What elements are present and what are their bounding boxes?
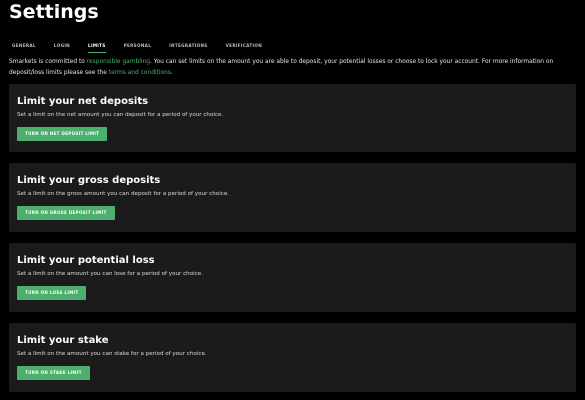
tab-verification[interactable]: VERIFICATION [226,40,262,52]
turn-on-net-deposit-limit-button[interactable]: TURN ON NET DEPOSIT LIMIT [17,127,108,141]
settings-page: Settings GENERAL LOGIN LIMITS PERSONAL I… [0,0,585,400]
stake-limit-card: Limit your stake Set a limit on the amou… [9,323,576,392]
net-deposit-limit-description: Set a limit on the net amount you can de… [17,112,224,118]
gross-deposit-limit-title: Limit your gross deposits [17,175,161,186]
turn-on-loss-limit-button[interactable]: TURN ON LOSS LIMIT [17,286,87,300]
page-title: Settings [9,1,99,23]
terms-and-conditions-link[interactable]: terms and conditions [109,70,171,76]
settings-tabs: GENERAL LOGIN LIMITS PERSONAL INTEGRATIO… [12,40,280,54]
turn-on-stake-limit-button[interactable]: TURN ON STAKE LIMIT [17,366,90,380]
turn-on-gross-deposit-limit-button[interactable]: TURN ON GROSS DEPOSIT LIMIT [17,206,115,220]
stake-limit-description: Set a limit on the amount you can stake … [17,351,207,357]
net-deposit-limit-card: Limit your net deposits Set a limit on t… [9,84,576,152]
net-deposit-limit-title: Limit your net deposits [17,96,149,107]
loss-limit-title: Limit your potential loss [17,255,155,266]
tab-personal[interactable]: PERSONAL [124,40,152,52]
intro-text: Smarkets is committed to responsible gam… [9,57,579,78]
loss-limit-card: Limit your potential loss Set a limit on… [9,243,576,312]
gross-deposit-limit-card: Limit your gross deposits Set a limit on… [9,163,576,232]
tab-integrations[interactable]: INTEGRATIONS [169,40,207,52]
tab-login[interactable]: LOGIN [54,40,70,52]
tab-limits[interactable]: LIMITS [88,40,106,53]
intro-text-end: . [170,69,173,76]
intro-text-start: Smarkets is committed to [9,59,87,65]
gross-deposit-limit-description: Set a limit on the gross amount you can … [17,191,230,197]
loss-limit-description: Set a limit on the amount you can lose f… [17,271,204,277]
stake-limit-title: Limit your stake [17,335,109,346]
tab-general[interactable]: GENERAL [12,40,36,52]
responsible-gambling-link[interactable]: responsible gambling [87,59,150,65]
